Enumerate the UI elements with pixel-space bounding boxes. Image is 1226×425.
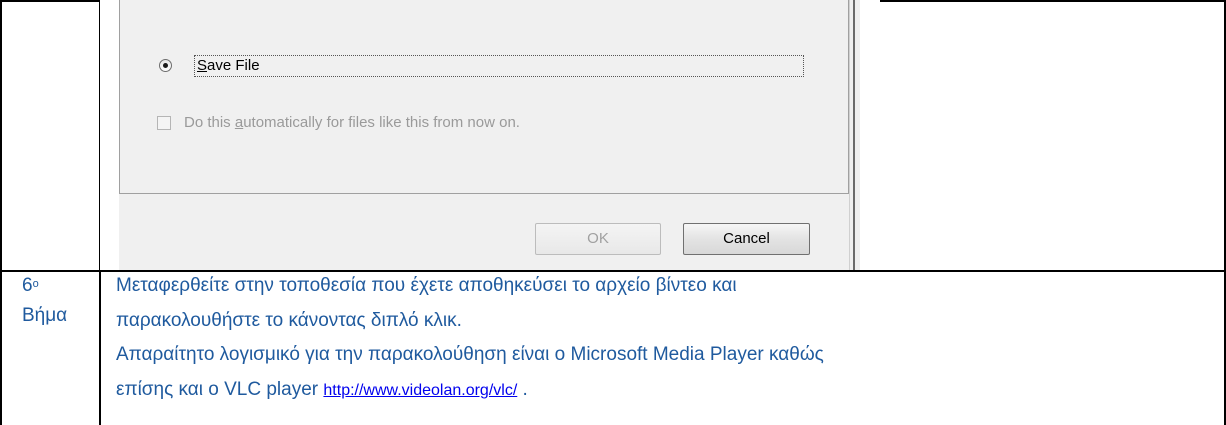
save-file-label-rest: ave File [207,57,260,74]
step-number-superscript: o [32,278,39,290]
save-file-radio[interactable] [159,59,172,72]
instruction-line-3: Απαραίτητο λογισμικό για την παρακολούθη… [116,344,824,365]
table-left-border [0,0,2,425]
instruction-line-1: Μεταφερθείτε στην τοποθεσία που έχετε απ… [116,275,737,296]
dialog-right-edge [849,0,860,270]
save-file-accesskey: S [197,57,208,74]
step-number: 6o [22,275,39,296]
vlc-download-link[interactable]: http://www.videolan.org/vlc/ [323,382,517,399]
ok-button[interactable]: OK [535,223,661,255]
instruction-line-2: παρακολουθήστε το κάνοντας διπλό κλικ. [116,310,462,331]
radio-selected-dot [163,63,168,68]
instruction-line-4: επίσης και ο VLC player http://www.video… [116,379,528,400]
auto-action-checkbox-label: Do this automatically for files like thi… [184,114,520,131]
options-panel [119,0,849,194]
auto-action-checkbox[interactable] [157,116,171,130]
save-file-radio-label[interactable]: Save File [194,55,804,77]
step-word: Βήμα [22,305,68,326]
download-dialog-screenshot: Save File Do this automatically for file… [100,0,880,270]
cancel-button[interactable]: Cancel [683,223,810,255]
